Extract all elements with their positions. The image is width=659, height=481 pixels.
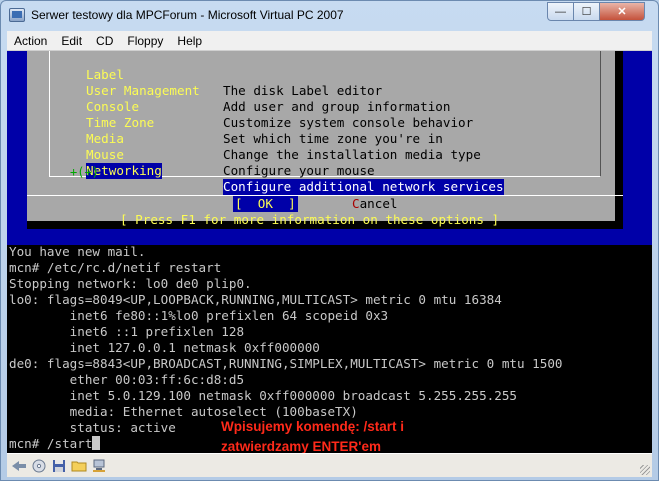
console-line: Stopping network: lo0 de0 plip0. — [9, 276, 252, 291]
menu-help[interactable]: Help — [170, 31, 209, 51]
option-mouse[interactable]: Mouse Configure your mouse — [50, 131, 375, 178]
virtual-pc-window: Serwer testowy dla MPCForum - Microsoft … — [0, 0, 659, 481]
option-desc: Configure additional network services — [223, 179, 504, 195]
console-line: inet6 fe80::1%lo0 prefixlen 64 scopeid 0… — [9, 308, 389, 323]
cancel-label: ancel — [359, 196, 398, 211]
folder-icon[interactable] — [71, 459, 87, 473]
network-icon[interactable] — [91, 459, 107, 473]
option-desc: Set which time zone you're in — [223, 131, 443, 146]
option-user-management[interactable]: User Management Add user and group infor… — [50, 67, 450, 114]
option-desc: Customize system console behavior — [223, 115, 474, 130]
console-line: de0: flags=8843<UP,BROADCAST,RUNNING,SIM… — [9, 356, 563, 371]
annotation-line-1: Wpisujemy komendę: /start i — [221, 419, 405, 434]
console-line: inet 5.0.129.100 netmask 0xff000000 broa… — [9, 388, 517, 403]
guest-screen[interactable]: Label The disk Label editor User Managem… — [7, 51, 652, 453]
dialog-separator — [27, 195, 623, 196]
maximize-button[interactable]: ☐ — [573, 2, 600, 21]
console-line: mcn# /etc/rc.d/netif restart — [9, 260, 222, 275]
cancel-button[interactable]: Cancel — [352, 196, 398, 212]
menu-action[interactable]: Action — [7, 31, 54, 51]
status-bar — [7, 453, 652, 477]
menu-floppy[interactable]: Floppy — [120, 31, 170, 51]
option-networking[interactable]: Networking Configure additional network … — [50, 147, 504, 195]
configure-dialog: Label The disk Label editor User Managem… — [27, 51, 623, 229]
virtual-pc-icon — [9, 8, 25, 22]
title-bar[interactable]: Serwer testowy dla MPCForum - Microsoft … — [1, 1, 658, 31]
console-line: You have new mail. — [9, 244, 146, 259]
f1-help-hint: [ Press F1 for more information on these… — [120, 212, 500, 227]
option-label[interactable]: Label The disk Label editor — [50, 51, 382, 98]
minimize-button[interactable]: — — [547, 2, 574, 21]
floppy-icon[interactable] — [51, 459, 67, 473]
menu-edit[interactable]: Edit — [54, 31, 89, 51]
cancel-hotkey: C — [352, 196, 360, 211]
option-desc: Configure your mouse — [223, 163, 375, 178]
resize-grip[interactable] — [640, 465, 650, 475]
option-desc: Change the installation media type — [223, 147, 481, 162]
scroll-indicator: +(+) — [70, 165, 99, 179]
instruction-annotation: Wpisujemy komendę: /start i zatwierdzamy… — [221, 417, 481, 453]
option-media[interactable]: Media Change the installation media type — [50, 115, 481, 162]
menu-bar: Action Edit CD Floppy Help — [7, 31, 652, 51]
console-line: ether 00:03:ff:6c:d8:d5 — [9, 372, 245, 387]
console-line: lo0: flags=8049<UP,LOOPBACK,RUNNING,MULT… — [9, 292, 502, 307]
options-list: Label The disk Label editor User Managem… — [49, 51, 601, 195]
prompt-text: mcn# /start — [9, 436, 93, 451]
console-line: inet6 ::1 prefixlen 128 — [9, 324, 245, 339]
option-time-zone[interactable]: Time Zone Set which time zone you're in — [50, 99, 443, 146]
close-button[interactable]: ✕ — [599, 2, 645, 21]
cd-icon[interactable] — [31, 459, 47, 473]
window-title: Serwer testowy dla MPCForum - Microsoft … — [31, 8, 344, 22]
option-console[interactable]: Console Customize system console behavio… — [50, 83, 473, 130]
annotation-line-2: zatwierdzamy ENTER'em — [221, 439, 382, 453]
console-line: inet 127.0.0.1 netmask 0xff000000 — [9, 340, 320, 355]
menu-cd[interactable]: CD — [89, 31, 120, 51]
arrow-icon[interactable] — [11, 459, 27, 473]
text-cursor — [92, 436, 101, 450]
option-desc: The disk Label editor — [223, 83, 383, 98]
ok-button[interactable]: [ OK ] — [233, 196, 298, 212]
option-desc: Add user and group information — [223, 99, 451, 114]
